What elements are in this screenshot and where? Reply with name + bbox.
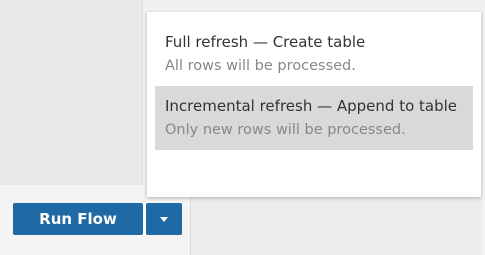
menu-option-full-refresh[interactable]: Full refresh — Create table All rows wil… <box>155 22 473 86</box>
option-title: Incremental refresh — Append to table <box>165 97 458 115</box>
bottom-panel <box>190 196 482 255</box>
flow-run-area: Full refresh — Create table All rows wil… <box>0 0 485 255</box>
option-description: Only new rows will be processed. <box>165 122 406 138</box>
chevron-down-icon <box>160 216 168 222</box>
left-panel <box>0 0 143 185</box>
option-description: All rows will be processed. <box>165 58 356 74</box>
menu-option-incremental-refresh[interactable]: Incremental refresh — Append to table On… <box>155 86 473 150</box>
option-title: Full refresh — Create table <box>165 33 366 51</box>
refresh-options-menu: Full refresh — Create table All rows wil… <box>147 12 481 197</box>
top-background <box>143 0 485 8</box>
run-flow-button[interactable]: Run Flow <box>13 203 143 235</box>
run-flow-split-button: Run Flow <box>13 203 182 235</box>
run-flow-options-button[interactable] <box>146 203 182 235</box>
